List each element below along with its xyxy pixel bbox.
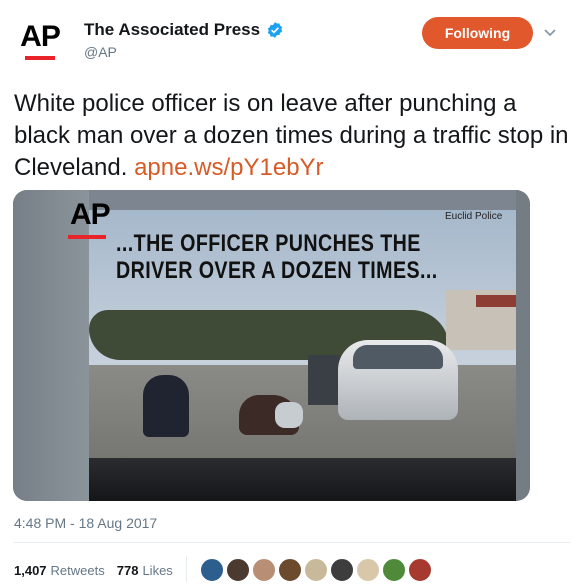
video-caption: ...THE OFFICER PUNCHES THE DRIVER OVER A… xyxy=(116,230,438,284)
liker-avatar[interactable] xyxy=(408,558,432,582)
handle[interactable]: @AP xyxy=(84,44,284,60)
liker-avatar[interactable] xyxy=(226,558,250,582)
avatar-red-bar xyxy=(25,56,55,60)
divider xyxy=(14,542,570,543)
timestamp[interactable]: 4:48 PM - 18 Aug 2017 xyxy=(14,515,157,531)
avatar-logo: AP xyxy=(20,20,61,53)
tweet-text: White police officer is on leave after p… xyxy=(14,88,570,184)
liker-avatar[interactable] xyxy=(200,558,224,582)
likes-count: 778 xyxy=(116,563,139,578)
avatar[interactable]: AP xyxy=(14,12,66,64)
video-ap-red-bar xyxy=(68,235,106,239)
media-video[interactable]: AP Euclid Police ...THE OFFICER PUNCHES … xyxy=(13,190,530,501)
author-block: The Associated Press @AP xyxy=(84,20,284,60)
liker-avatar[interactable] xyxy=(252,558,276,582)
retweets-stat[interactable]: 1,407 Retweets xyxy=(14,563,105,578)
display-name-text: The Associated Press xyxy=(84,20,261,39)
liker-avatar[interactable] xyxy=(330,558,354,582)
likes-stat[interactable]: 778 Likes xyxy=(117,563,173,578)
dashboard xyxy=(89,458,516,501)
liker-avatar[interactable] xyxy=(278,558,302,582)
video-right-blur xyxy=(516,190,530,501)
display-name[interactable]: The Associated Press xyxy=(84,20,284,40)
stats-separator xyxy=(186,556,187,582)
liker-avatars xyxy=(200,558,434,582)
liker-avatar[interactable] xyxy=(356,558,380,582)
tweet-stats: 1,407 Retweets 778 Likes xyxy=(14,563,185,578)
officer-figure xyxy=(143,375,189,437)
following-button[interactable]: Following xyxy=(422,17,533,49)
building-sign xyxy=(476,295,516,307)
car-door xyxy=(308,355,340,405)
video-credit: Euclid Police xyxy=(445,211,503,222)
retweets-count: 1,407 xyxy=(14,563,47,578)
retweets-label: Retweets xyxy=(50,563,105,578)
liker-avatar[interactable] xyxy=(382,558,406,582)
likes-label: Likes xyxy=(142,563,173,578)
driver-shorts xyxy=(275,402,303,428)
tweet-link[interactable]: apne.ws/pY1ebYr xyxy=(134,154,323,181)
chevron-down-icon[interactable] xyxy=(542,24,558,40)
verified-icon xyxy=(267,22,283,38)
car-window xyxy=(353,345,443,369)
liker-avatar[interactable] xyxy=(304,558,328,582)
video-ap-logo: AP xyxy=(70,198,111,231)
